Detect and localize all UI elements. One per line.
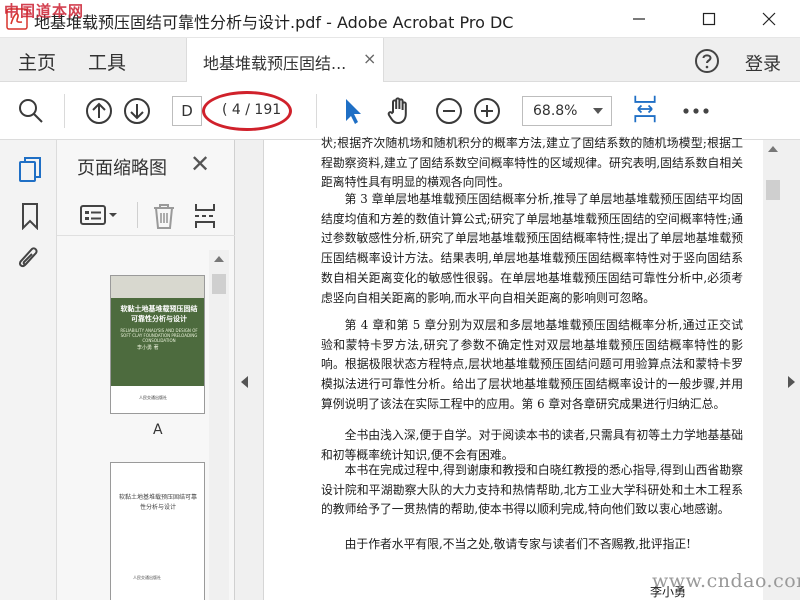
thumbnail-page-b[interactable]: 软黏土地基堆载预压固结可靠性分析与设计 人民交通出版社 (110, 462, 205, 600)
minimize-button[interactable] (616, 0, 662, 38)
page-number-input[interactable]: D (172, 96, 202, 126)
cover-title: 软黏土地基堆载预压固结可靠性分析与设计 (120, 305, 198, 323)
panel-close-button[interactable]: ✕ (190, 150, 210, 178)
paragraph: 由于作者水平有限,不当之处,敬请专家与读者们不吝赐教,批评指正! (344, 537, 691, 551)
panel-title: 页面缩略图 (77, 158, 167, 179)
login-button[interactable]: 登录 (745, 50, 781, 76)
attachment-icon[interactable] (15, 244, 43, 274)
fit-page-icon[interactable] (630, 94, 660, 124)
chevron-down-icon (593, 108, 603, 114)
tab-tools[interactable]: 工具 (88, 48, 126, 75)
zoom-value: 68.8% (533, 103, 578, 119)
toolbar-separator (316, 94, 317, 128)
red-highlight-oval (202, 91, 292, 131)
more-icon[interactable] (682, 106, 710, 116)
close-window-button[interactable] (746, 0, 792, 38)
watermark-top: 中国道本网 (4, 2, 85, 20)
next-page-icon[interactable] (122, 96, 152, 126)
prev-page-icon[interactable] (84, 96, 114, 126)
document-scrollbar[interactable] (763, 140, 783, 600)
toolbar (0, 82, 800, 140)
document-viewer: 状;根据齐次随机场和随机积分的概率方法,建立了固结系数的随机场模型;根据工程勘察… (235, 136, 800, 600)
paragraph: 第 3 章单层地基堆载预压固结概率分析,推导了单层地基堆载预压固结平均固结度均值… (321, 192, 743, 305)
zoom-select[interactable]: 68.8% (522, 96, 612, 126)
delete-page-icon[interactable] (151, 202, 177, 230)
tab-document[interactable]: 地基堆载预压固结... × (186, 38, 384, 82)
collapse-left-panel-icon[interactable] (241, 376, 248, 388)
left-rail (0, 140, 57, 600)
expand-right-panel-icon[interactable] (788, 376, 795, 388)
cover-author: 李小勇 著 (137, 345, 159, 351)
title-page-text: 软黏土地基堆载预压固结可靠性分析与设计 (118, 494, 197, 511)
help-icon[interactable] (694, 48, 720, 74)
document-tab-label: 地基堆载预压固结... (203, 54, 347, 73)
cover-top-band (111, 276, 204, 298)
paragraph: 本书在完成过程中,得到谢康和教授和白晓红教授的悉心指导,得到山西省勘察设计院和平… (321, 463, 743, 517)
tab-home[interactable]: 主页 (18, 48, 56, 75)
toolbar-separator (64, 94, 65, 128)
watermark-bottom: www.cndao.com (652, 570, 800, 592)
thumbnail-label: A (153, 422, 163, 438)
thumbnail-panel: 页面缩略图 ✕ 软黏土地基堆载预压固结可靠性分析与设计 RELIABILITY … (57, 140, 235, 600)
maximize-icon (702, 12, 716, 26)
minimize-icon (633, 18, 645, 20)
scroll-up-icon[interactable] (768, 146, 778, 152)
panel-separator (137, 202, 138, 228)
page-thumbnails-icon[interactable] (17, 156, 43, 184)
scrollbar-thumb[interactable] (766, 180, 780, 200)
panel-toolbar (57, 192, 235, 236)
paragraph: 全书由浅入深,便于自学。对于阅读本书的读者,只需具有初等土力学地基基础和初等概率… (321, 428, 743, 462)
select-cursor-icon[interactable] (338, 96, 368, 126)
zoom-in-icon[interactable] (472, 96, 502, 126)
bookmark-icon[interactable] (19, 202, 41, 230)
hand-tool-icon[interactable] (384, 95, 414, 125)
close-icon (762, 12, 776, 26)
paragraph: 状;根据齐次随机场和随机积分的概率方法,建立了固结系数的随机场模型;根据工程勘察… (321, 136, 743, 190)
window-title: 地基堆载预压固结可靠性分析与设计.pdf - Adobe Acrobat Pro… (34, 13, 514, 32)
thumbnail-scrollbar[interactable] (209, 250, 229, 600)
scroll-up-icon[interactable] (214, 256, 224, 262)
title-bar: 地基堆载预压固结可靠性分析与设计.pdf - Adobe Acrobat Pro… (0, 0, 800, 38)
paragraph: 第 4 章和第 5 章分别为双层和多层地基堆载预压固结概率分析,通过正交试验和蒙… (321, 318, 743, 411)
cover-publisher: 人民交通出版社 (139, 395, 167, 400)
tab-bar: 主页 工具 地基堆载预压固结... × 登录 (0, 38, 800, 82)
document-page: 状;根据齐次随机场和随机积分的概率方法,建立了固结系数的随机场模型;根据工程勘察… (263, 136, 765, 600)
scrollbar-thumb[interactable] (212, 274, 226, 294)
zoom-out-icon[interactable] (434, 96, 464, 126)
extract-page-icon[interactable] (193, 202, 217, 230)
thumbnail-options-icon[interactable] (79, 204, 119, 226)
maximize-button[interactable] (686, 0, 732, 38)
search-icon[interactable] (16, 96, 46, 126)
thumbnail-page-a[interactable]: 软黏土地基堆载预压固结可靠性分析与设计 RELIABILITY ANALYSIS… (110, 275, 205, 414)
document-tab-close-button[interactable]: × (363, 49, 376, 68)
cover-subtitle: RELIABILITY ANALYSIS AND DESIGN OF SOFT … (120, 328, 198, 343)
title-page-publisher: 人民交通出版社 (133, 575, 161, 580)
